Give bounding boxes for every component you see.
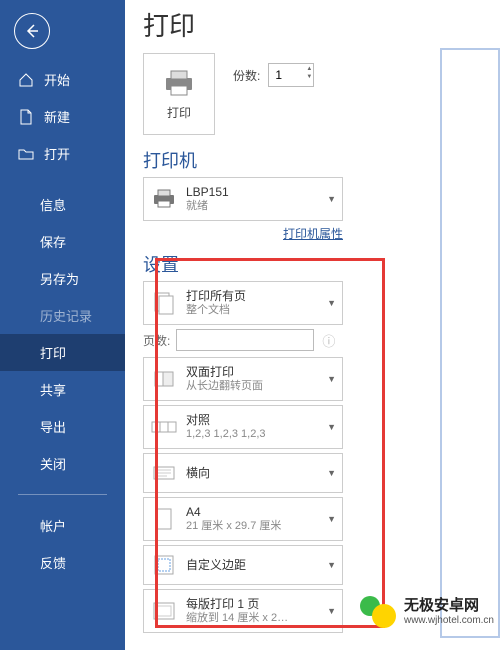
watermark: 无极安卓网 www.wjhotel.com.cn — [358, 592, 494, 632]
chevron-down-icon: ▼ — [327, 298, 336, 308]
nav-home[interactable]: 开始 — [0, 61, 125, 98]
back-button[interactable] — [14, 13, 50, 49]
nav-close[interactable]: 关闭 — [0, 445, 125, 482]
paper-icon — [150, 505, 178, 533]
nav-new[interactable]: 新建 — [0, 98, 125, 135]
printer-properties-link[interactable]: 打印机属性 — [283, 227, 343, 241]
copies-spinner[interactable]: ▲▼ — [306, 65, 312, 81]
print-button[interactable]: 打印 — [143, 53, 215, 135]
setting-duplex[interactable]: 双面打印从长边翻转页面 ▼ — [143, 357, 343, 401]
duplex-icon — [150, 365, 178, 393]
setting-pages-per-sheet[interactable]: 每版打印 1 页缩放到 14 厘米 x 2… ▼ — [143, 589, 343, 633]
nav-history[interactable]: 历史记录 — [0, 297, 125, 334]
preview-edge — [440, 48, 500, 638]
nav-open-label: 打开 — [44, 144, 70, 163]
nav-export[interactable]: 导出 — [0, 408, 125, 445]
chevron-down-icon: ▼ — [327, 374, 336, 384]
pages-label: 页数: — [143, 332, 170, 349]
printer-select[interactable]: LBP151 就绪 ▼ — [143, 177, 343, 221]
chevron-down-icon: ▼ — [327, 422, 336, 432]
watermark-brand: 无极安卓网 — [404, 598, 494, 615]
chevron-down-icon: ▼ — [327, 194, 336, 204]
home-icon — [18, 72, 34, 88]
nav-home-label: 开始 — [44, 70, 70, 89]
nav-share[interactable]: 共享 — [0, 371, 125, 408]
sidebar-separator — [18, 494, 107, 495]
watermark-logo-icon — [358, 592, 398, 632]
printer-heading: 打印机 ⓘ — [143, 147, 486, 173]
margins-icon — [150, 551, 178, 579]
printer-small-icon — [150, 185, 178, 213]
setting-orientation[interactable]: 横向 ▼ — [143, 453, 343, 493]
setting-collate[interactable]: 对照1,2,3 1,2,3 1,2,3 ▼ — [143, 405, 343, 449]
orientation-icon — [150, 459, 178, 487]
printer-name: LBP151 — [186, 185, 319, 200]
document-icon — [18, 109, 34, 125]
page-title: 打印 — [143, 6, 486, 43]
nav-save[interactable]: 保存 — [0, 223, 125, 260]
setting-margins[interactable]: 自定义边距 ▼ — [143, 545, 343, 585]
chevron-down-icon: ▼ — [327, 560, 336, 570]
chevron-down-icon: ▼ — [327, 606, 336, 616]
sheet-icon — [150, 597, 178, 625]
setting-print-range[interactable]: 打印所有页整个文档 ▼ — [143, 281, 343, 325]
chevron-down-icon: ▼ — [327, 468, 336, 478]
printer-status: 就绪 — [186, 200, 319, 214]
chevron-down-icon: ▼ — [327, 514, 336, 524]
info-icon[interactable]: ⓘ — [322, 331, 335, 350]
nav-print[interactable]: 打印 — [0, 334, 125, 371]
nav-feedback[interactable]: 反馈 — [0, 544, 125, 581]
backstage-sidebar: 开始 新建 打开 信息 保存 另存为 历史记录 打印 共享 导出 关闭 帐户 反… — [0, 0, 125, 650]
nav-open[interactable]: 打开 — [0, 135, 125, 172]
main-panel: 打印 打印 份数: ▲▼ 打印机 ⓘ LBP151 就绪 ▼ 打印机属性 设置 … — [125, 0, 500, 650]
nav-saveas[interactable]: 另存为 — [0, 260, 125, 297]
printer-icon — [162, 68, 196, 98]
pages-icon — [150, 289, 178, 317]
pages-input[interactable] — [176, 329, 314, 351]
copies-label: 份数: — [233, 67, 260, 84]
nav-info[interactable]: 信息 — [0, 186, 125, 223]
back-arrow-icon — [24, 23, 40, 39]
collate-icon — [150, 413, 178, 441]
print-button-label: 打印 — [167, 104, 191, 121]
nav-new-label: 新建 — [44, 107, 70, 126]
setting-paper-size[interactable]: A421 厘米 x 29.7 厘米 ▼ — [143, 497, 343, 541]
settings-heading: 设置 — [143, 251, 486, 277]
nav-account[interactable]: 帐户 — [0, 507, 125, 544]
watermark-url: www.wjhotel.com.cn — [404, 615, 494, 626]
folder-open-icon — [18, 146, 34, 162]
